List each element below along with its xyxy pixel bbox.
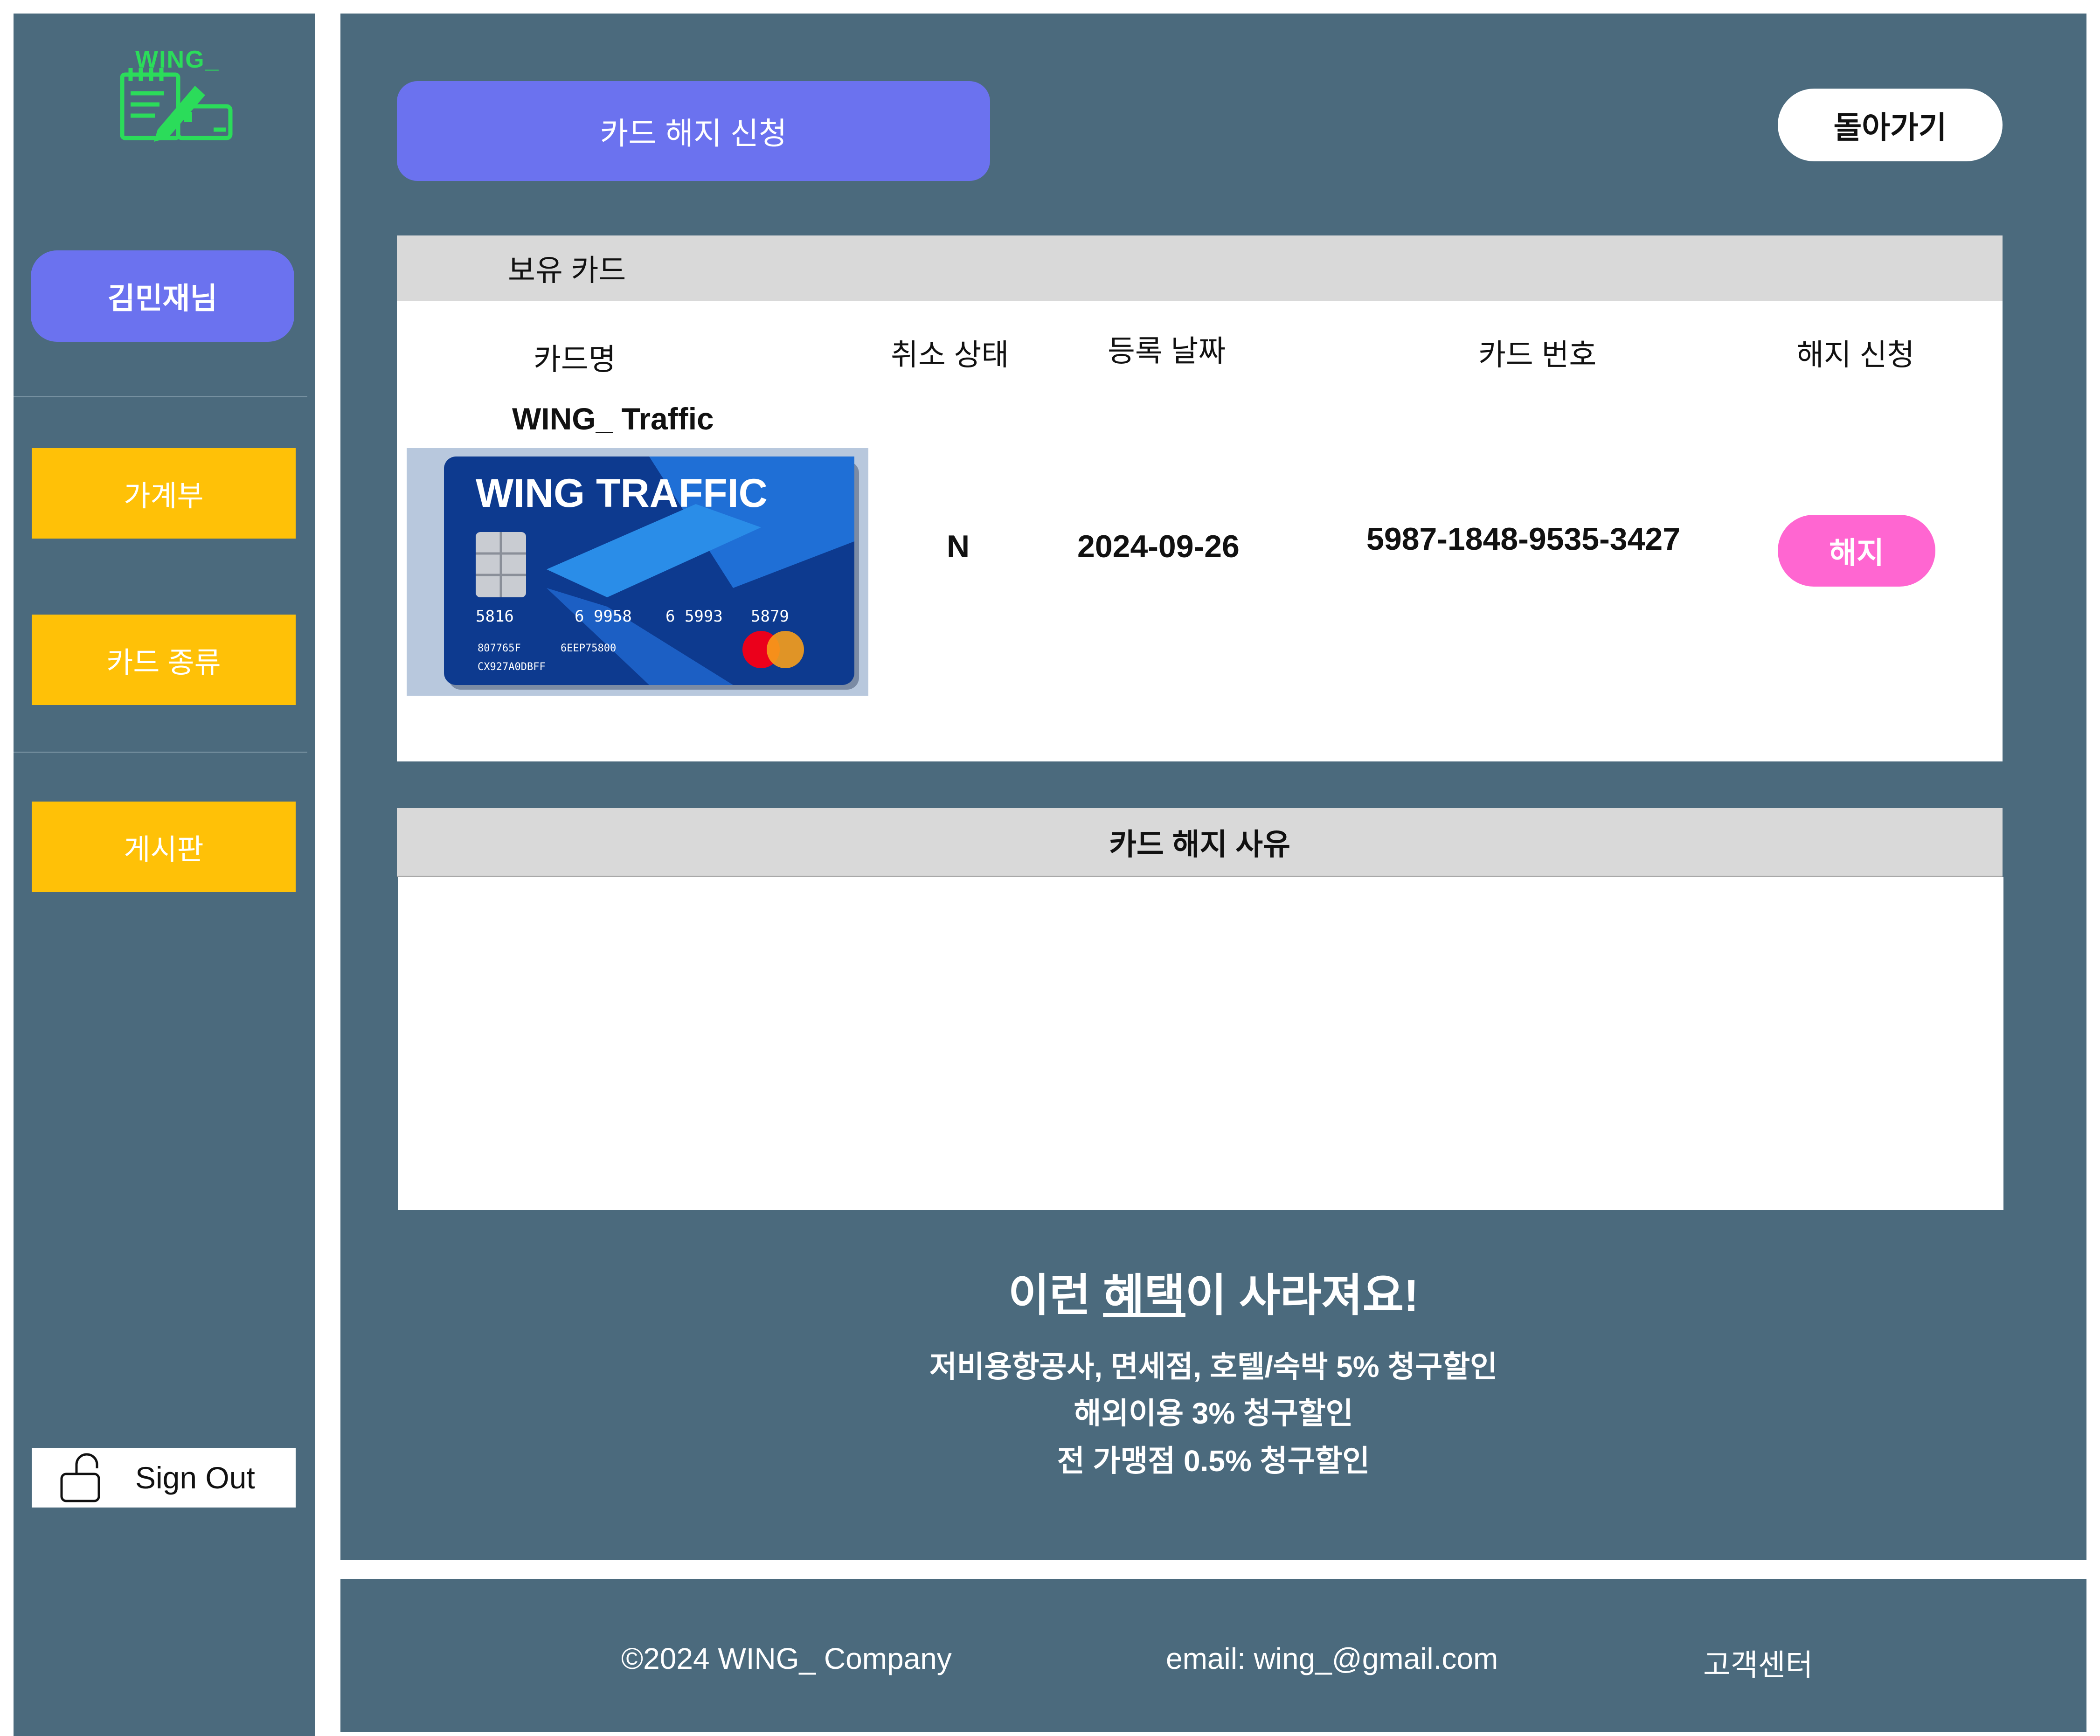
- benefit-line-2: 해외이용 3% 청구할인: [1074, 1397, 1353, 1430]
- card-code-2: 6EEP75800: [561, 643, 616, 654]
- wing-logo[interactable]: WING_: [104, 41, 236, 148]
- benefits-title-post: 이 사라져요!: [1185, 1271, 1419, 1321]
- sign-out-button[interactable]: Sign Out: [32, 1448, 296, 1508]
- card-code-3: CX927A0DBFF: [478, 661, 546, 673]
- card-brand-text: WING TRAFFIC: [476, 471, 768, 516]
- benefit-line-1: 저비용항공사, 면세점, 호텔/숙박 5% 청구할인: [929, 1350, 1497, 1383]
- footer-copyright: ©2024 WING_ Company: [621, 1642, 952, 1675]
- card-code-1: 807765F: [478, 643, 521, 654]
- cancel-reason-header: 카드 해지 사유: [397, 808, 2003, 877]
- sign-out-label: Sign Out: [135, 1460, 255, 1495]
- card-name: WING_ Traffic: [512, 401, 714, 436]
- page-title: 카드 해지 신청: [397, 81, 990, 181]
- benefits-title-pre: 이런: [1008, 1271, 1103, 1321]
- sidebar-divider: [14, 752, 307, 753]
- cancel-status-value: N: [947, 529, 970, 564]
- column-header-registered-date: 등록 날짜: [1108, 334, 1226, 368]
- owned-cards-label: 보유 카드: [508, 254, 626, 287]
- column-header-card-number: 카드 번호: [1478, 338, 1597, 372]
- nav-household-ledger-button[interactable]: 가계부: [32, 448, 296, 539]
- card-number-group-4: 5879: [751, 607, 789, 626]
- owned-cards-header: 보유 카드: [397, 235, 2003, 301]
- card-number-value: 5987-1848-9535-3427: [1366, 521, 1681, 557]
- nav-card-types-button[interactable]: 카드 종류: [32, 615, 296, 705]
- column-header-card-name: 카드명: [534, 343, 616, 376]
- card-number-group-3: 6 5993: [665, 607, 723, 626]
- card-number-group-2: 6 9958: [575, 607, 632, 626]
- card-number-group-1: 5816: [476, 607, 514, 626]
- benefit-line-3: 전 가맹점 0.5% 청구할인: [1057, 1444, 1370, 1478]
- footer-support-link[interactable]: 고객센터: [1703, 1641, 1813, 1684]
- benefits-title: 이런 혜택이 사라져요!: [340, 1259, 2086, 1324]
- card-image: WING TRAFFIC 5816 6 9958 6 5993 5879 807…: [407, 448, 868, 696]
- column-header-cancel-status: 취소 상태: [891, 338, 1009, 372]
- sidebar-divider: [14, 396, 307, 397]
- column-header-cancel-request: 해지 신청: [1796, 338, 1915, 372]
- unlock-icon: [60, 1453, 100, 1502]
- notebook-pencil-card-icon: [120, 68, 233, 142]
- mastercard-logo-orange: [767, 631, 804, 668]
- back-button[interactable]: 돌아가기: [1778, 89, 2003, 161]
- credit-card-illustration: WING TRAFFIC 5816 6 9958 6 5993 5879 807…: [444, 456, 859, 690]
- registered-date-value: 2024-09-26: [1077, 529, 1240, 564]
- footer-email-link[interactable]: email: wing_@gmail.com: [1166, 1641, 1498, 1676]
- cancel-card-button[interactable]: 해지: [1778, 515, 1935, 587]
- nav-board-button[interactable]: 게시판: [32, 802, 296, 892]
- user-name-button[interactable]: 김민재님: [31, 250, 294, 342]
- cancel-reason-textarea[interactable]: [398, 877, 2003, 1210]
- benefits-title-highlight: 혜택: [1103, 1271, 1185, 1321]
